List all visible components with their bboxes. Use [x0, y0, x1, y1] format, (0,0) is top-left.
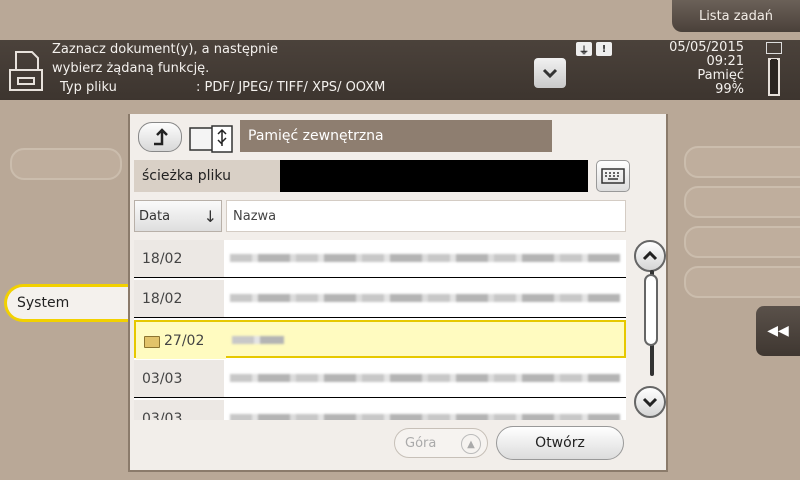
file-path-label: ścieżka pliku [134, 160, 280, 192]
message-expand-button[interactable] [534, 58, 566, 88]
file-date: 18/02 [134, 280, 224, 317]
usb-status-icon: ⏚ [576, 42, 592, 57]
file-path-field[interactable] [280, 160, 588, 192]
date-column-label: Data [139, 208, 171, 224]
up-folder-button[interactable] [138, 122, 182, 152]
ghost-button-right-1 [684, 146, 800, 178]
chevron-down-icon [642, 397, 658, 408]
file-list-row[interactable]: 18/02 [134, 240, 626, 278]
memory-gauge [768, 58, 780, 96]
message-bar: Zaznacz dokument(y), a następnie wybierz… [0, 40, 800, 100]
top-button: Góra ▲ [394, 428, 488, 458]
file-date: 03/03 [134, 360, 224, 397]
chevron-up-icon [642, 250, 658, 261]
keyboard-icon [601, 168, 625, 184]
file-type-line: Typ pliku : PDF/ JPEG/ TIFF/ XPS/ OOXM [60, 80, 385, 95]
scroll-down-button[interactable] [634, 386, 666, 418]
ghost-button-right-2 [684, 186, 800, 218]
file-type-label: Typ pliku [60, 80, 117, 95]
scroll-up-button[interactable] [634, 240, 666, 272]
file-date-text: 27/02 [164, 332, 205, 349]
file-date-text: 18/02 [142, 290, 183, 307]
system-tab[interactable]: System [4, 284, 130, 322]
file-date: 18/02 [134, 240, 224, 277]
top-bar: Lista zadań [0, 0, 800, 40]
redaction-blur [230, 254, 620, 262]
date-time: 05/05/2015 09:21 Pamięć 99% [669, 41, 744, 97]
file-list-row[interactable]: 03/03 [134, 360, 626, 398]
arrow-up-icon [154, 128, 168, 146]
memory-label: Pamięć [697, 68, 744, 83]
name-column-label: Nazwa [233, 208, 277, 224]
memory-gauge-fill [771, 59, 777, 93]
chevron-down-icon [542, 68, 558, 79]
ghost-button-right-4 [684, 266, 800, 298]
ghost-button-left [10, 148, 122, 180]
file-date-text: 03/03 [142, 410, 183, 421]
double-chevron-left-icon: ◀◀ [767, 323, 789, 339]
file-date-text: 18/02 [142, 250, 183, 267]
time-text: 09:21 [706, 54, 744, 69]
keyboard-button[interactable] [596, 160, 630, 192]
file-list-row[interactable]: 18/02 [134, 280, 626, 318]
file-name-redacted [230, 254, 620, 264]
date-text: 05/05/2015 [669, 40, 744, 55]
top-button-label: Góra [405, 435, 437, 451]
file-date: 03/03 [134, 400, 224, 420]
location-display: Pamięć zewnętrzna [240, 120, 552, 152]
document-icon [9, 51, 43, 91]
collapse-panel-button[interactable]: ◀◀ [756, 306, 800, 356]
redaction-blur [230, 294, 620, 302]
file-list-row[interactable]: 03/03 [134, 400, 626, 420]
ghost-button-right-3 [684, 226, 800, 258]
file-browser-panel: Pamięć zewnętrzna ścieżka pliku Data ↓ N… [128, 114, 668, 472]
redaction-blur [232, 336, 284, 344]
name-column-header[interactable]: Nazwa [226, 200, 626, 232]
redaction-blur [230, 414, 620, 420]
file-list: 18/02 18/02 27/02 03/03 03/03 [134, 240, 626, 420]
file-name-redacted [232, 336, 284, 346]
double-chevron-up-icon: ▲ [461, 434, 481, 454]
task-list-button[interactable]: Lista zadań [672, 0, 800, 32]
open-button[interactable]: Otwórz [496, 426, 624, 460]
scrollbar-thumb[interactable] [644, 274, 658, 346]
memory-icon [766, 42, 782, 54]
folder-icon [144, 335, 160, 348]
file-name-redacted [230, 294, 620, 304]
file-type-value: : PDF/ JPEG/ TIFF/ XPS/ OOXM [196, 80, 386, 95]
file-date-text: 03/03 [142, 370, 183, 387]
date-column-header[interactable]: Data ↓ [134, 200, 222, 232]
message-line-1: Zaznacz dokument(y), a następnie [52, 42, 278, 57]
usb-drive-icon [189, 125, 233, 153]
file-name-redacted [230, 374, 620, 384]
sort-down-icon: ↓ [203, 207, 217, 226]
redaction-blur [230, 374, 620, 382]
file-list-row[interactable]: 27/02 [134, 320, 626, 359]
warning-icon: ! [596, 42, 612, 56]
status-icons: ⏚ ! [576, 42, 612, 57]
file-name-redacted [230, 414, 620, 420]
memory-value: 99% [715, 82, 744, 97]
message-line-2: wybierz żądaną funkcję. [52, 61, 210, 76]
file-date: 27/02 [136, 322, 226, 359]
